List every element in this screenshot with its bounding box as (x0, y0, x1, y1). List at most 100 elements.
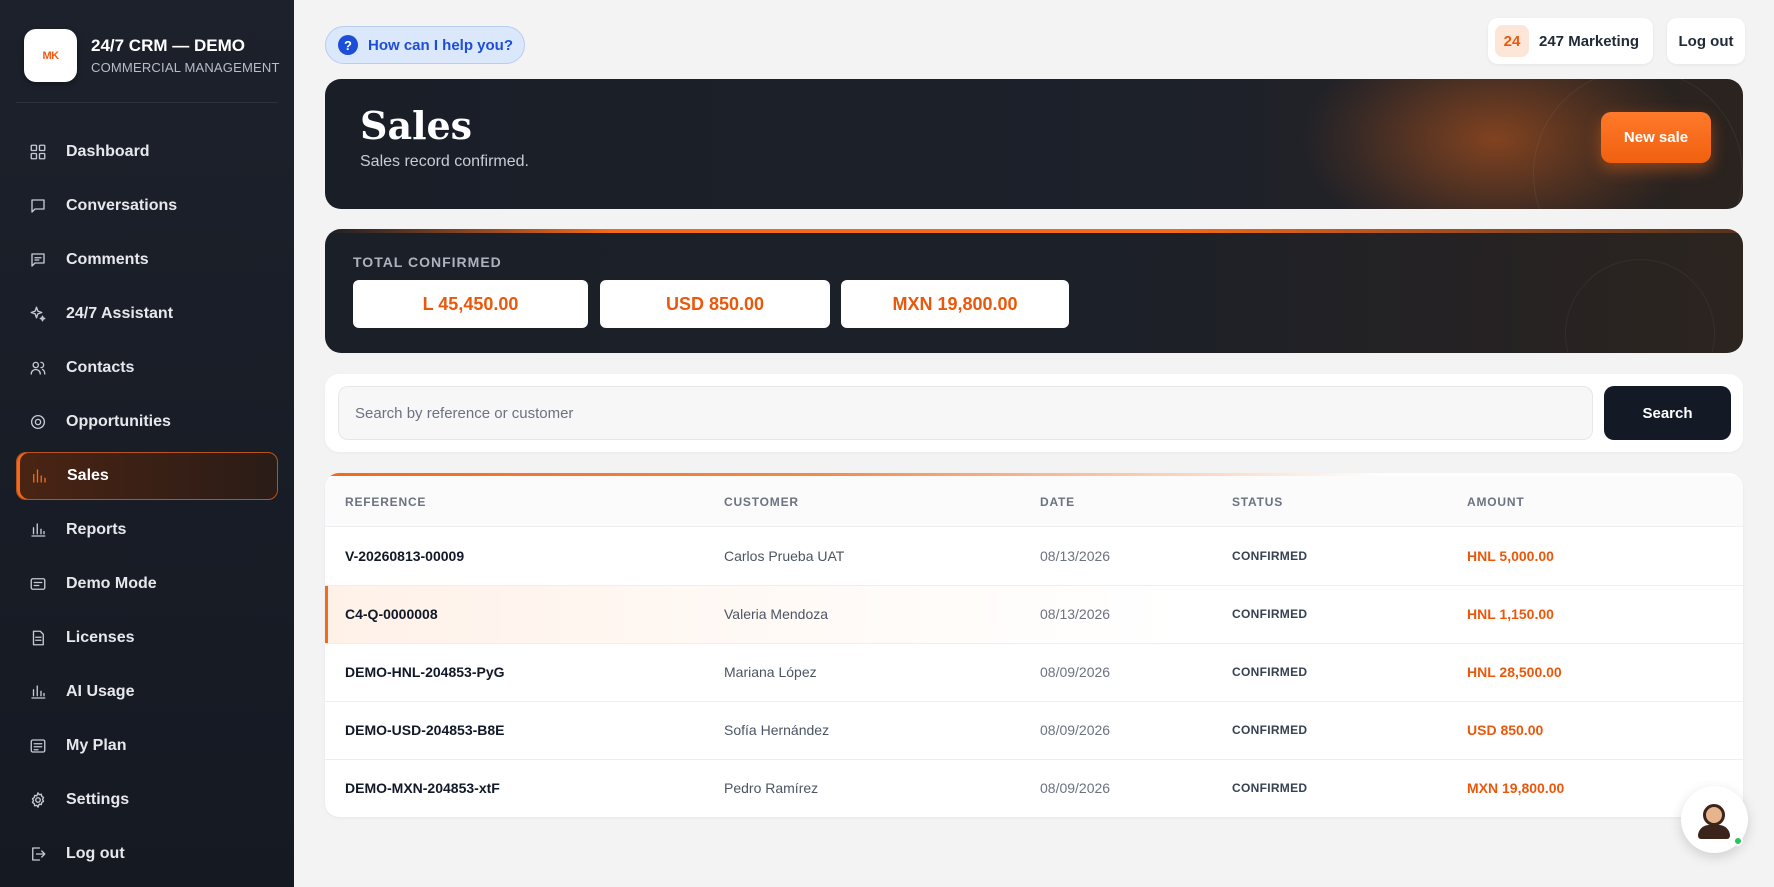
brand-logo[interactable]: MK (24, 29, 77, 82)
search-input[interactable] (338, 386, 1593, 440)
sidebar-item-opportunities[interactable]: Opportunities (16, 398, 278, 446)
sidebar-item-label: My Plan (66, 737, 127, 754)
sidebar-item-conversations[interactable]: Conversations (16, 182, 278, 230)
sidebar-item-label: Licenses (66, 629, 135, 646)
sidebar-item-label: Conversations (66, 197, 178, 214)
cell-amount: USD 850.00 (1467, 722, 1544, 738)
sidebar-item-licenses[interactable]: Licenses (16, 614, 278, 662)
cell-status: CONFIRMED (1232, 607, 1308, 621)
total-usd: USD 850.00 (600, 280, 830, 328)
sidebar-item-label: Opportunities (66, 413, 171, 430)
page-title: Sales (360, 103, 473, 148)
column-header-amount[interactable]: AMOUNT (1467, 495, 1524, 509)
cell-date: 08/09/2026 (1040, 722, 1111, 738)
sidebar: MK 24/7 CRM — DEMO COMMERCIAL MANAGEMENT… (0, 0, 294, 887)
decorative-circle (1565, 259, 1715, 353)
target-icon (28, 412, 48, 432)
sidebar-item-label: 24/7 Assistant (66, 305, 174, 322)
bar-chart-icon (28, 520, 48, 540)
table-row[interactable]: V-20260813-00009 Carlos Prueba UAT 08/13… (325, 528, 1743, 586)
cell-date: 08/13/2026 (1040, 548, 1111, 564)
cell-status: CONFIRMED (1232, 549, 1308, 563)
help-label: How can I help you? (368, 36, 514, 54)
table-row[interactable]: DEMO-USD-204853-B8E Sofía Hernández 08/0… (325, 702, 1743, 760)
page-subtitle: Sales record confirmed. (360, 153, 529, 170)
sidebar-item-reports[interactable]: Reports (16, 506, 278, 554)
online-status-dot (1733, 836, 1743, 846)
assistant-avatar-head (1703, 804, 1725, 826)
sidebar-item-label: Settings (66, 791, 130, 808)
table-row[interactable]: DEMO-MXN-204853-xtF Pedro Ramírez 08/09/… (325, 760, 1743, 817)
plan-icon (28, 736, 48, 756)
sparkle-icon (28, 304, 48, 324)
total-hnl: L 45,450.00 (353, 280, 588, 328)
cell-reference: DEMO-USD-204853-B8E (345, 722, 505, 738)
sidebar-item-comments[interactable]: Comments (16, 236, 278, 284)
brand-subtitle: COMMERCIAL MANAGEMENT (91, 59, 280, 75)
sidebar-item-label: Demo Mode (66, 575, 157, 592)
cell-status: CONFIRMED (1232, 723, 1308, 737)
cell-amount: HNL 5,000.00 (1467, 548, 1554, 564)
cell-date: 08/13/2026 (1040, 606, 1111, 622)
chat-icon (28, 196, 48, 216)
sidebar-item-contacts[interactable]: Contacts (16, 344, 278, 392)
accent-line (325, 229, 1743, 233)
bar-chart-icon (29, 466, 49, 486)
search-button[interactable]: Search (1604, 386, 1731, 440)
sidebar-item-sales[interactable]: Sales (16, 452, 278, 500)
cell-customer: Pedro Ramírez (724, 780, 819, 796)
cell-amount: HNL 28,500.00 (1467, 664, 1562, 680)
cell-reference: C4-Q-0000008 (345, 606, 438, 622)
document-icon (28, 628, 48, 648)
cell-customer: Carlos Prueba UAT (724, 548, 845, 564)
cell-customer: Sofía Hernández (724, 722, 830, 738)
users-icon (28, 358, 48, 378)
new-sale-button[interactable]: New sale (1601, 112, 1711, 163)
cell-customer: Valeria Mendoza (724, 606, 829, 622)
sidebar-item-label: Dashboard (66, 143, 150, 160)
cell-amount: HNL 1,150.00 (1467, 606, 1554, 622)
sidebar-item-settings[interactable]: Settings (16, 776, 278, 824)
help-icon: ? (338, 35, 358, 55)
cell-date: 08/09/2026 (1040, 664, 1111, 680)
brand-title: 24/7 CRM — DEMO (91, 35, 245, 55)
table-header: REFERENCE CUSTOMER DATE STATUS AMOUNT (325, 476, 1743, 527)
cell-customer: Mariana López (724, 664, 817, 680)
logout-button[interactable]: Log out (1667, 18, 1745, 64)
table-row[interactable]: C4-Q-0000008 Valeria Mendoza 08/13/2026 … (325, 586, 1743, 644)
sidebar-item-logout[interactable]: Log out (16, 830, 278, 878)
column-header-date[interactable]: DATE (1040, 495, 1075, 509)
card-icon (28, 574, 48, 594)
assistant-chat-button[interactable] (1681, 786, 1748, 853)
brand: MK 24/7 CRM — DEMO COMMERCIAL MANAGEMENT (24, 29, 280, 82)
sidebar-item-ai-usage[interactable]: AI Usage (16, 668, 278, 716)
total-mxn: MXN 19,800.00 (841, 280, 1069, 328)
grid-icon (28, 142, 48, 162)
help-button[interactable]: ? How can I help you? (325, 26, 525, 64)
comment-icon (28, 250, 48, 270)
sidebar-item-label: Sales (67, 467, 109, 484)
account-badge: 24 (1495, 25, 1529, 57)
sidebar-divider (16, 102, 278, 103)
bar-chart-icon (28, 682, 48, 702)
account-button[interactable]: 24 247 Marketing (1488, 18, 1653, 64)
sidebar-item-assistant[interactable]: 24/7 Assistant (16, 290, 278, 338)
search-bar: Search (325, 374, 1743, 452)
gear-icon (28, 790, 48, 810)
sidebar-item-label: Contacts (66, 359, 135, 376)
assistant-avatar-icon (1698, 825, 1730, 839)
sidebar-item-label: Reports (66, 521, 127, 538)
sidebar-item-my-plan[interactable]: My Plan (16, 722, 278, 770)
sidebar-item-dashboard[interactable]: Dashboard (16, 128, 278, 176)
totals-card: TOTAL CONFIRMED L 45,450.00 USD 850.00 M… (325, 229, 1743, 353)
table-row[interactable]: DEMO-HNL-204853-PyG Mariana López 08/09/… (325, 644, 1743, 702)
column-header-reference[interactable]: REFERENCE (345, 495, 426, 509)
sidebar-item-label: Comments (66, 251, 149, 268)
column-header-status[interactable]: STATUS (1232, 495, 1283, 509)
sidebar-item-label: AI Usage (66, 683, 135, 700)
cell-status: CONFIRMED (1232, 665, 1308, 679)
column-header-customer[interactable]: CUSTOMER (724, 495, 799, 509)
sidebar-item-demo-mode[interactable]: Demo Mode (16, 560, 278, 608)
cell-status: CONFIRMED (1232, 781, 1308, 795)
account-name: 247 Marketing (1539, 32, 1640, 50)
